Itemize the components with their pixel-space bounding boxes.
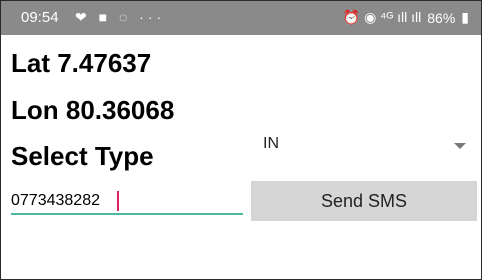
battery-icon: ▮ xyxy=(461,9,469,25)
phone-number-input[interactable] xyxy=(11,189,243,215)
system-icons: ⏰ ◉ ⁴ᴳ ıll ıll 86% ▮ xyxy=(343,9,469,26)
chevron-down-icon xyxy=(454,143,466,149)
select-type-label: Select Type xyxy=(11,141,154,171)
send-sms-button[interactable]: Send SMS xyxy=(251,181,477,221)
notification-icons: ❤ ■ ◌ ··· xyxy=(75,9,166,25)
app-window: 09:54 ❤ ■ ◌ ··· ⏰ ◉ ⁴ᴳ ıll ıll 86% ▮ Lat… xyxy=(0,0,482,280)
latitude-label: Lat 7.47637 xyxy=(11,48,152,78)
longitude-label: Lon 80.36068 xyxy=(11,95,175,125)
status-bar: 09:54 ❤ ■ ◌ ··· ⏰ ◉ ⁴ᴳ ıll ıll 86% ▮ xyxy=(1,1,481,35)
status-time: 09:54 xyxy=(21,9,59,26)
type-dropdown-value: IN xyxy=(263,135,279,152)
battery-percent: 86% xyxy=(427,9,456,26)
type-dropdown[interactable]: IN xyxy=(251,131,476,161)
signal-icons: ⏰ ◉ ⁴ᴳ ıll ıll xyxy=(342,9,422,25)
text-cursor xyxy=(117,191,119,211)
